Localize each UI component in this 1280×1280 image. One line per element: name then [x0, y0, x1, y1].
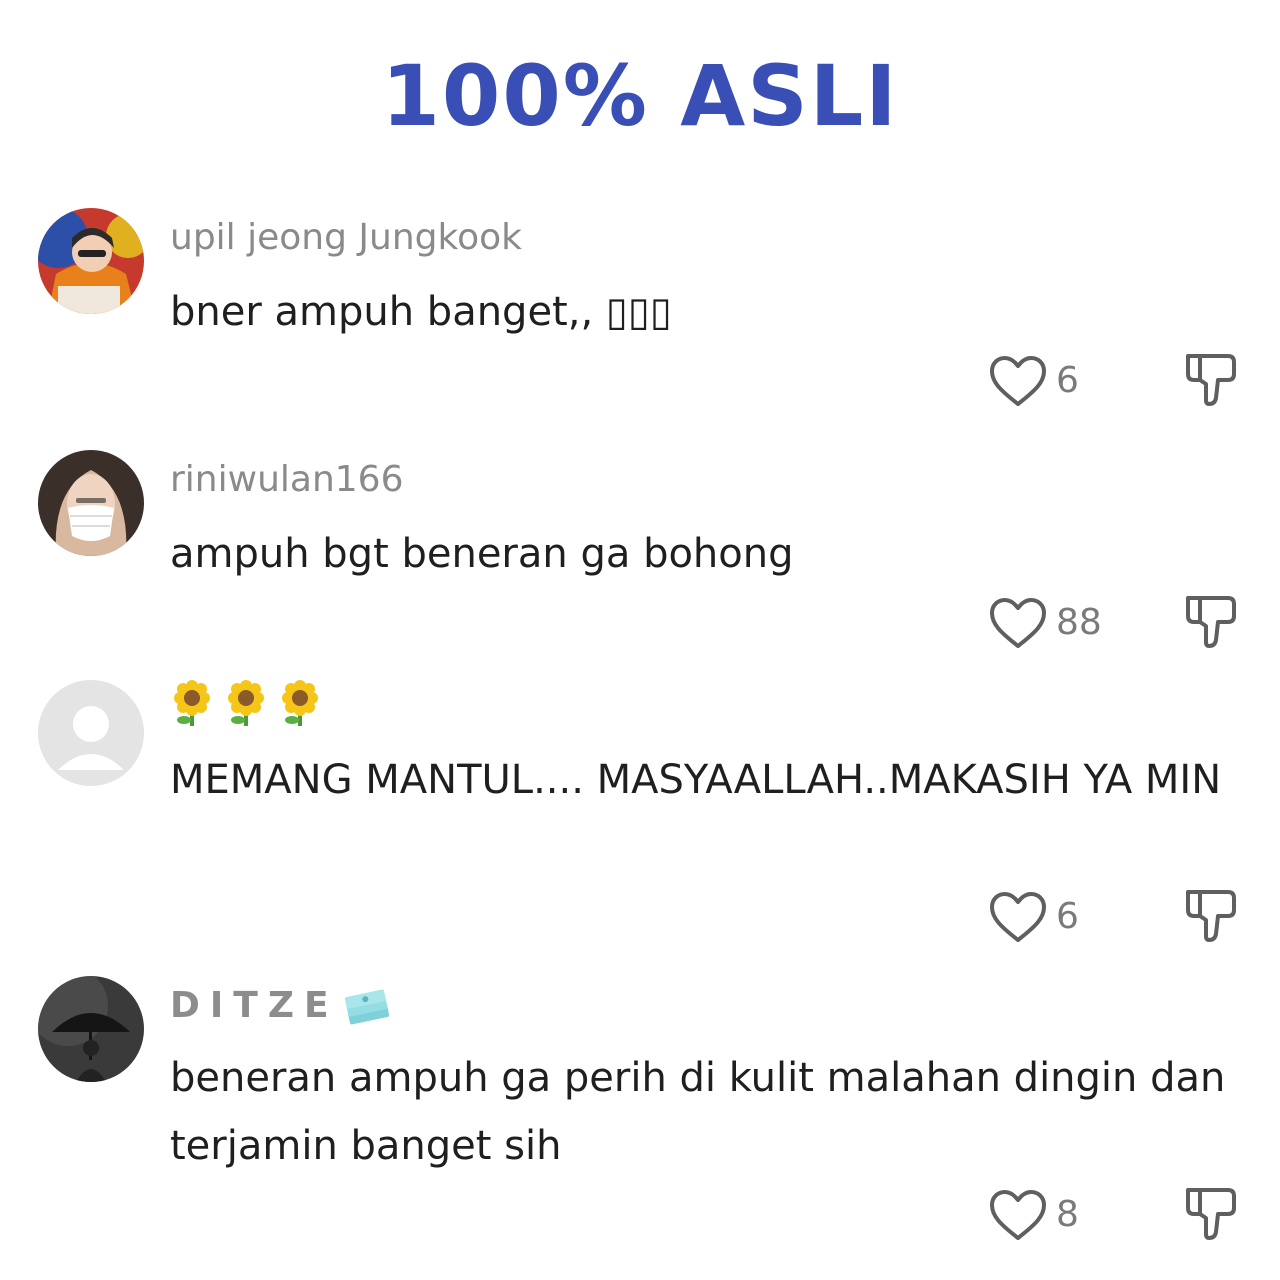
sunflower-icon [282, 680, 318, 726]
comment-username-emojis[interactable] [172, 680, 320, 728]
comment-text: MEMANG MANTUL.... MASYAALLAH..MAKASIH YA… [170, 757, 1222, 803]
headline-title: 100% ASLI [381, 47, 899, 145]
like-group[interactable]: 88 [988, 596, 1102, 650]
dislike-button[interactable] [1180, 884, 1240, 944]
thumbs-down-icon [1186, 354, 1236, 406]
thumbs-down-icon [1186, 1188, 1236, 1240]
avatar-portrait-icon [38, 208, 144, 314]
like-count: 8 [1056, 1194, 1079, 1235]
like-count: 6 [1056, 896, 1079, 937]
heart-icon[interactable] [988, 890, 1048, 944]
like-count: 88 [1056, 602, 1102, 643]
sunflower-icon [228, 680, 264, 726]
like-count: 6 [1056, 360, 1079, 401]
money-stack-icon [344, 989, 389, 1025]
dislike-button[interactable] [1180, 1182, 1240, 1242]
dislike-button[interactable] [1180, 348, 1240, 408]
comment-text: bner ampuh banget,, ▯▯▯ [170, 289, 672, 335]
comment-username[interactable]: upil jeong Jungkook [170, 216, 522, 260]
like-group[interactable]: 6 [988, 890, 1079, 944]
user-avatar[interactable] [38, 976, 144, 1082]
comment-text: beneran ampuh ga perih di kulit malahan … [170, 1055, 1226, 1169]
comment-username[interactable]: riniwulan166 [170, 458, 403, 502]
heart-icon[interactable] [988, 354, 1048, 408]
default-avatar-icon [38, 680, 144, 786]
comment-username[interactable]: DITZE [170, 984, 391, 1028]
user-avatar[interactable] [38, 680, 144, 786]
avatar-hijab-icon [38, 450, 144, 556]
comment-text: ampuh bgt beneran ga bohong [170, 531, 794, 577]
thumbs-down-icon [1186, 596, 1236, 648]
thumbs-down-icon [1186, 890, 1236, 942]
like-group[interactable]: 6 [988, 354, 1079, 408]
user-avatar[interactable] [38, 450, 144, 556]
heart-icon[interactable] [988, 596, 1048, 650]
like-group[interactable]: 8 [988, 1188, 1079, 1242]
sunflower-icon [174, 680, 210, 726]
dislike-button[interactable] [1180, 590, 1240, 650]
username-text: DITZE [170, 985, 339, 1026]
heart-icon[interactable] [988, 1188, 1048, 1242]
avatar-umbrella-icon [38, 976, 144, 1082]
user-avatar[interactable] [38, 208, 144, 314]
